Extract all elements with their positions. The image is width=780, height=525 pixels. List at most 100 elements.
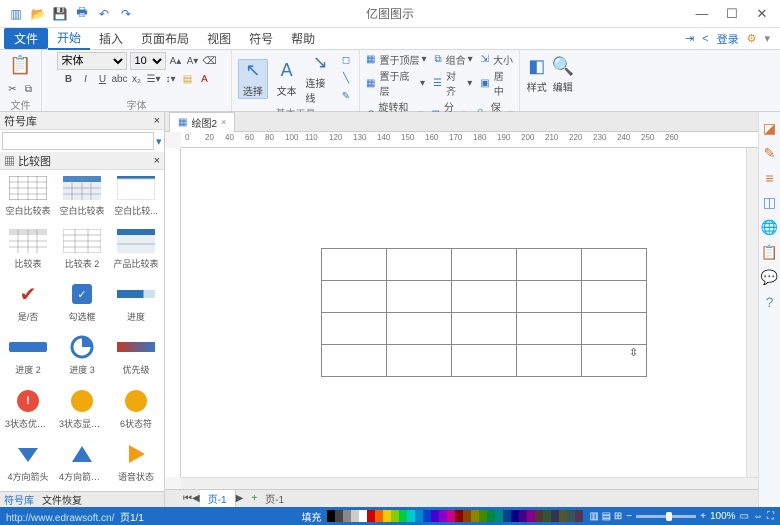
align-icon[interactable]: ☰	[433, 78, 442, 89]
color-swatch[interactable]	[415, 510, 423, 522]
menu-tab-insert[interactable]: 插入	[90, 28, 132, 49]
font-size-select[interactable]: 10	[130, 52, 166, 70]
shape-line-icon[interactable]: ╲	[339, 72, 353, 86]
page-first-icon[interactable]: ⏮	[183, 493, 192, 504]
group-icon[interactable]: ⧉	[434, 54, 441, 65]
color-swatch[interactable]	[351, 510, 359, 522]
shape-3state-indicator[interactable]: 3状态显示符	[58, 387, 106, 434]
rt-chat-icon[interactable]: 💬	[761, 269, 778, 286]
rt-globe-icon[interactable]: 🌐	[761, 219, 778, 236]
qat-new-icon[interactable]: ▥	[8, 6, 24, 22]
center-icon[interactable]: ▣	[480, 78, 489, 89]
shape-arrow-down[interactable]: 4方向箭头	[4, 440, 52, 487]
shape-progress-2[interactable]: 进度 2	[4, 333, 52, 380]
size-button[interactable]: 大小	[493, 52, 513, 67]
menu-file[interactable]: 文件	[4, 28, 48, 49]
library-close-icon[interactable]: ×	[154, 115, 160, 127]
style-button[interactable]: ◧样式	[526, 56, 548, 94]
color-swatch[interactable]	[535, 510, 543, 522]
shape-priority[interactable]: 优先级	[112, 333, 160, 380]
zoom-out-icon[interactable]: −	[626, 511, 632, 522]
qat-save-icon[interactable]: 💾	[52, 6, 68, 22]
close-button[interactable]: ✕	[748, 0, 776, 28]
size-icon[interactable]: ⇲	[481, 54, 489, 65]
color-swatch[interactable]	[383, 510, 391, 522]
shape-pen-icon[interactable]: ✎	[339, 90, 353, 104]
rt-format-icon[interactable]: ◪	[763, 120, 776, 137]
rt-ruler-icon[interactable]: ◫	[763, 194, 776, 211]
send-back-button[interactable]: 置于底层	[379, 68, 418, 98]
shape-blank-table-1[interactable]: 空白比较表	[4, 174, 52, 221]
align-button[interactable]: 对齐	[446, 68, 465, 98]
bring-front-button[interactable]: 置于顶层	[379, 52, 419, 67]
document-tab-close-icon[interactable]: ×	[221, 117, 226, 127]
rt-layers-icon[interactable]: ≡	[765, 170, 773, 186]
color-swatch[interactable]	[463, 510, 471, 522]
edit-button[interactable]: 🔍编辑	[552, 56, 574, 94]
color-swatch[interactable]	[527, 510, 535, 522]
qat-undo-icon[interactable]: ↶	[96, 6, 112, 22]
color-swatch[interactable]	[335, 510, 343, 522]
color-swatch[interactable]	[567, 510, 575, 522]
text-tool[interactable]: A文本	[272, 60, 302, 98]
maximize-button[interactable]: ☐	[718, 0, 746, 28]
page-tab-secondary[interactable]: 页-1	[257, 490, 292, 507]
color-swatch[interactable]	[495, 510, 503, 522]
line-spacing-icon[interactable]: ↕▾	[164, 72, 178, 86]
shape-6state[interactable]: 6状态符	[112, 387, 160, 434]
view-mode-icon[interactable]: ▥ ▤ ⊞	[589, 511, 622, 522]
search-input[interactable]	[2, 132, 154, 150]
settings-icon[interactable]: ⚙	[747, 32, 757, 45]
zoom-in-icon[interactable]: +	[700, 511, 706, 522]
page-next-icon[interactable]: ▶	[236, 493, 244, 504]
shape-progress[interactable]: 进度	[112, 280, 160, 327]
shape-rect-icon[interactable]: ◻	[339, 54, 353, 68]
highlight-icon[interactable]: ▤	[181, 72, 195, 86]
dropdown-icon[interactable]: ▾	[156, 132, 162, 150]
color-swatch[interactable]	[439, 510, 447, 522]
color-swatch[interactable]	[431, 510, 439, 522]
color-swatch[interactable]	[551, 510, 559, 522]
color-swatch[interactable]	[447, 510, 455, 522]
menu-tab-start[interactable]: 开始	[48, 27, 90, 50]
rt-help-icon[interactable]: ?	[766, 294, 774, 310]
ribbon-collapse-icon[interactable]: ▾	[764, 32, 770, 45]
shape-blank-table-3[interactable]: 空白比较...	[112, 174, 160, 221]
shape-arrow-right[interactable]: 语音状态	[112, 440, 160, 487]
page-tab-1[interactable]: 页-1	[200, 490, 236, 507]
shape-arrow-up[interactable]: 4方向箭头 2	[58, 440, 106, 487]
share-icon[interactable]: <	[702, 33, 708, 45]
color-swatch[interactable]	[479, 510, 487, 522]
color-swatch[interactable]	[471, 510, 479, 522]
shape-progress-3[interactable]: 进度 3	[58, 333, 106, 380]
group-button[interactable]: 组合	[446, 52, 466, 67]
qat-open-icon[interactable]: 📂	[30, 6, 46, 22]
menu-tab-symbol[interactable]: 符号	[240, 28, 282, 49]
scrollbar-h[interactable]	[181, 477, 758, 489]
zoom-slider[interactable]	[636, 515, 696, 518]
italic-button[interactable]: I	[79, 72, 93, 86]
bullet-list-icon[interactable]: ☰▾	[147, 72, 161, 86]
color-swatch[interactable]	[391, 510, 399, 522]
clear-format-icon[interactable]: ⌫	[203, 54, 217, 68]
shape-compare-table-2[interactable]: 比较表 2	[58, 227, 106, 274]
export-icon[interactable]: ⇥	[685, 32, 694, 45]
page-prev-icon[interactable]: ◀	[192, 493, 200, 504]
menu-tab-help[interactable]: 帮助	[282, 28, 324, 49]
fit-page-icon[interactable]: ▭	[740, 511, 749, 522]
color-swatch[interactable]	[487, 510, 495, 522]
color-swatch[interactable]	[543, 510, 551, 522]
bold-button[interactable]: B	[62, 72, 76, 86]
copy-icon[interactable]: ⧉	[22, 82, 36, 96]
color-swatch[interactable]	[359, 510, 367, 522]
color-swatch[interactable]	[375, 510, 383, 522]
fit-width-icon[interactable]: ⇔	[753, 511, 763, 522]
fullscreen-icon[interactable]: ⛶	[767, 511, 774, 522]
shape-compare-table[interactable]: 比较表	[4, 227, 52, 274]
select-tool[interactable]: ↖选择	[238, 59, 268, 99]
category-close-icon[interactable]: ×	[154, 155, 160, 167]
color-swatch[interactable]	[423, 510, 431, 522]
menu-tab-layout[interactable]: 页面布局	[132, 28, 198, 49]
drawn-table[interactable]	[321, 248, 647, 377]
shape-3state-priority[interactable]: !3状态优先级	[4, 387, 52, 434]
